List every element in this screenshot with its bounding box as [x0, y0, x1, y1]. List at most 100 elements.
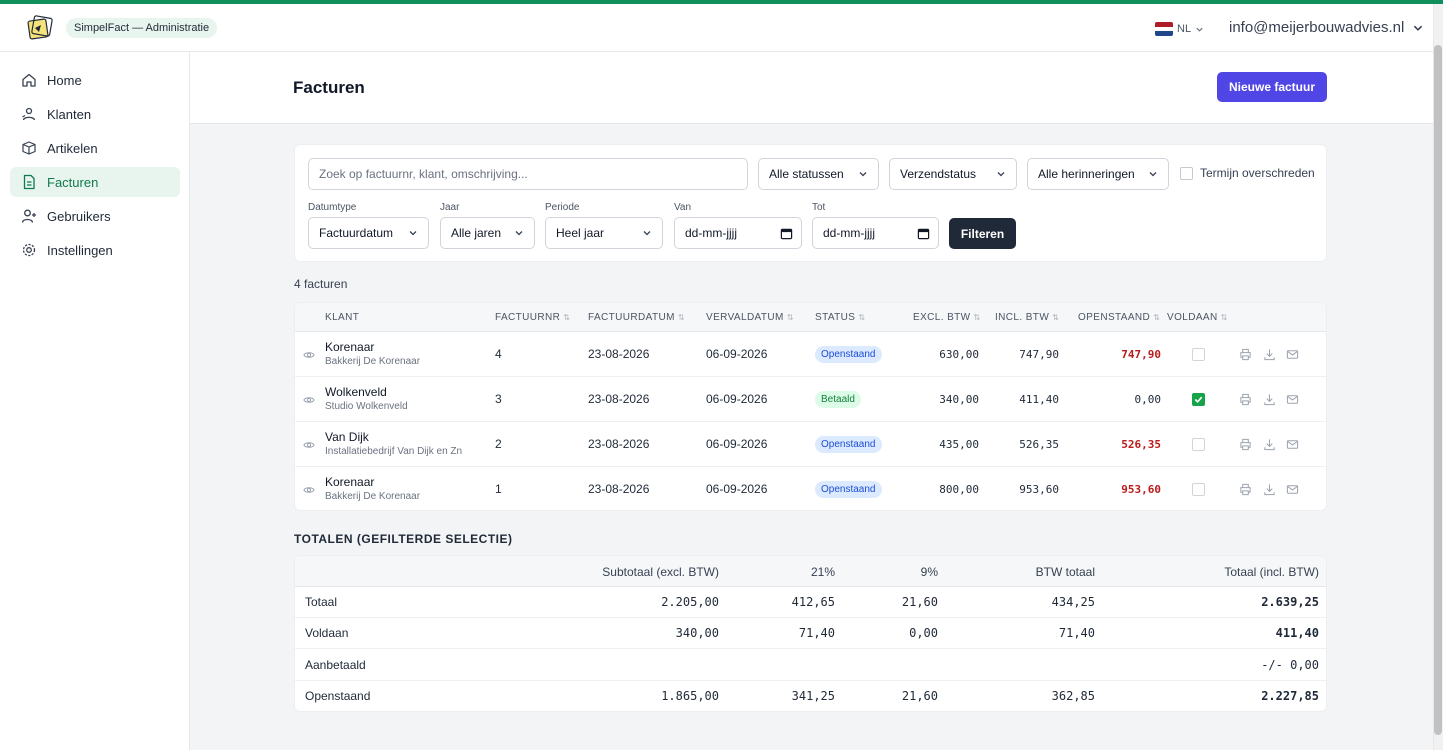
totals-header-total: Totaal (incl. BTW) [1224, 565, 1319, 579]
amount-excl: 630,00 [939, 348, 979, 361]
column-header-number[interactable]: FACTUURNR ⇅ [495, 312, 570, 323]
download-icon[interactable] [1263, 438, 1276, 451]
status-badge: Openstaand [815, 481, 882, 498]
amount-incl: 953,60 [1019, 483, 1059, 496]
send-status-value: Verzendstatus [900, 167, 977, 181]
totals-title: TOTALEN (GEFILTERDE SELECTIE) [294, 532, 513, 546]
filter-button[interactable]: Filteren [949, 218, 1016, 249]
to-date-input[interactable]: dd-mm-jjjj [812, 217, 939, 249]
table-row[interactable]: Van Dijk Installatiebedrijf Van Dijk en … [295, 422, 1326, 467]
invoice-number: 2 [495, 437, 502, 451]
sidebar-item-home[interactable]: Home [10, 65, 180, 95]
mail-icon[interactable] [1286, 483, 1299, 496]
checkmark-icon [1194, 396, 1203, 403]
eye-icon[interactable] [303, 439, 315, 451]
column-header-paid[interactable]: VOLDAAN ⇅ [1167, 312, 1228, 323]
user-plus-icon [21, 209, 36, 223]
column-header-excl[interactable]: EXCL. BTW ⇅ [913, 312, 981, 323]
totals-vat9: 21,60 [901, 595, 938, 609]
totals-vat-total: 362,85 [1051, 689, 1095, 703]
year-label: Jaar [440, 202, 460, 213]
column-header-date[interactable]: FACTUURDATUM ⇅ [588, 312, 685, 323]
sidebar-item-facturen[interactable]: Facturen [10, 167, 180, 197]
table-row[interactable]: Wolkenveld Studio Wolkenveld 3 23-08-202… [295, 377, 1326, 422]
checkbox-box[interactable] [1180, 166, 1193, 180]
client-name[interactable]: Korenaar [325, 340, 374, 354]
table-row[interactable]: Korenaar Bakkerij De Korenaar 1 23-08-20… [295, 467, 1326, 510]
column-header-status[interactable]: STATUS ⇅ [815, 312, 865, 323]
client-name[interactable]: Korenaar [325, 475, 374, 489]
sidebar-item-artikelen[interactable]: Artikelen [10, 133, 180, 163]
home-icon [22, 73, 36, 87]
client-name[interactable]: Van Dijk [325, 430, 369, 444]
eye-icon[interactable] [303, 349, 315, 361]
column-header-client[interactable]: KLANT [325, 312, 359, 323]
column-header-open[interactable]: OPENSTAAND ⇅ [1078, 312, 1160, 323]
download-icon[interactable] [1263, 348, 1276, 361]
mail-icon[interactable] [1286, 393, 1299, 406]
send-status-select[interactable]: Verzendstatus [889, 158, 1017, 190]
print-icon[interactable] [1239, 348, 1252, 361]
download-icon[interactable] [1263, 393, 1276, 406]
chevron-down-icon [1414, 25, 1423, 31]
paid-checkbox[interactable] [1192, 348, 1205, 361]
sidebar-item-label: Gebruikers [47, 208, 111, 224]
app-logo-icon[interactable] [26, 14, 54, 42]
reminders-select[interactable]: Alle herinneringen [1027, 158, 1169, 190]
totals-total: -/- 0,00 [1261, 658, 1319, 672]
table-row[interactable]: Korenaar Bakkerij De Korenaar 4 23-08-20… [295, 332, 1326, 377]
totals-vat-total: 71,40 [1058, 626, 1095, 640]
header-label: FACTUURDATUM [588, 312, 675, 323]
sort-icon: ⇅ [786, 313, 794, 322]
client-name[interactable]: Wolkenveld [325, 385, 387, 399]
language-selector[interactable]: NL [1155, 20, 1204, 38]
totals-total: 2.639,25 [1261, 595, 1319, 609]
overdue-checkbox[interactable]: Termijn overschreden [1180, 166, 1315, 180]
datetype-select[interactable]: Factuurdatum [308, 217, 429, 249]
datetype-label: Datumtype [308, 202, 357, 213]
from-date-input[interactable]: dd-mm-jjjj [674, 217, 802, 249]
amount-open: 526,35 [1121, 438, 1161, 451]
chevron-down-icon [859, 172, 867, 177]
calendar-icon[interactable] [780, 227, 793, 240]
eye-icon[interactable] [303, 394, 315, 406]
download-icon[interactable] [1263, 483, 1276, 496]
paid-checkbox[interactable] [1192, 438, 1205, 451]
gear-icon [22, 243, 36, 257]
period-select[interactable]: Heel jaar [545, 217, 663, 249]
amount-incl: 747,90 [1019, 348, 1059, 361]
status-select-value: Alle statussen [769, 167, 844, 181]
invoice-number: 3 [495, 392, 502, 406]
totals-row-label: Totaal [305, 595, 338, 609]
calendar-icon[interactable] [917, 227, 930, 240]
status-select[interactable]: Alle statussen [758, 158, 879, 190]
invoice-number: 4 [495, 347, 502, 361]
customers-icon [22, 107, 36, 121]
print-icon[interactable] [1239, 438, 1252, 451]
print-icon[interactable] [1239, 393, 1252, 406]
column-header-incl[interactable]: INCL. BTW ⇅ [995, 312, 1059, 323]
print-icon[interactable] [1239, 483, 1252, 496]
sidebar-item-label: Home [47, 72, 82, 88]
sidebar-item-gebruikers[interactable]: Gebruikers [10, 201, 180, 231]
search-input[interactable]: Zoek op factuurnr, klant, omschrijving..… [308, 158, 748, 190]
user-menu[interactable]: info@meijerbouwadvies.nl [1229, 19, 1424, 36]
paid-checkbox[interactable] [1192, 483, 1205, 496]
paid-checkbox[interactable] [1192, 393, 1205, 406]
to-date-value: dd-mm-jjjj [823, 226, 875, 240]
mail-icon[interactable] [1286, 348, 1299, 361]
totals-vat9: 0,00 [909, 626, 938, 640]
mail-icon[interactable] [1286, 438, 1299, 451]
new-invoice-button[interactable]: Nieuwe factuur [1217, 72, 1327, 102]
chevron-down-icon [643, 231, 651, 236]
app-badge: SimpelFact — Administratie [66, 18, 218, 38]
invoice-table: KLANT FACTUURNR ⇅ FACTUURDATUM ⇅ VERVALDAT… [294, 302, 1327, 511]
scrollbar-thumb[interactable] [1434, 45, 1442, 735]
column-header-due[interactable]: VERVALDATUM ⇅ [706, 312, 794, 323]
year-select[interactable]: Alle jaren [440, 217, 535, 249]
client-company: Bakkerij De Korenaar [325, 356, 421, 367]
eye-icon[interactable] [303, 484, 315, 496]
sidebar: Home Klanten Artikelen Facturen Gebruike… [0, 52, 190, 750]
sidebar-item-klanten[interactable]: Klanten [10, 99, 180, 129]
sidebar-item-instellingen[interactable]: Instellingen [10, 235, 180, 265]
